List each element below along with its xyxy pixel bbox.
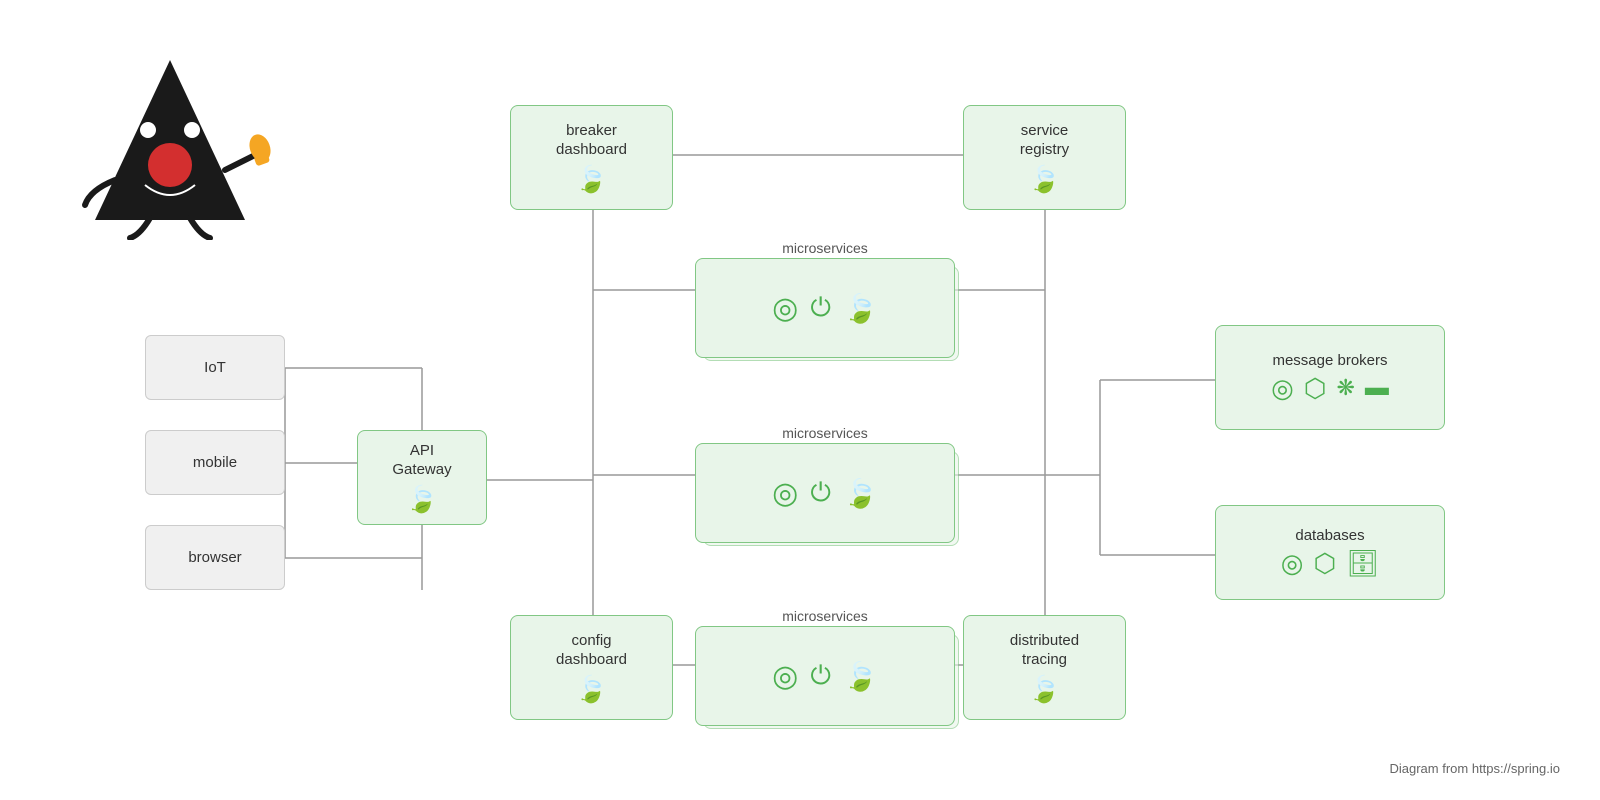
message-brokers-icons: ◎ ⬡ ❋ ▬	[1271, 373, 1389, 404]
db-icon: 🗄	[1346, 548, 1379, 579]
leaf-icon-2: 🍃	[843, 477, 878, 510]
atom-icon-2: ◎	[772, 476, 798, 511]
breaker-dashboard-box: breakerdashboard 🍃	[510, 105, 673, 210]
leaf-icon: 🍃	[843, 292, 878, 325]
spring-icon-mb: ⬡	[1304, 373, 1327, 404]
diagram-container: IoT mobile browser APIGateway 🍃 breakerd…	[0, 0, 1600, 800]
attribution: Diagram from https://spring.io	[1389, 761, 1560, 776]
leaf-icon-3: 🍃	[843, 660, 878, 693]
breaker-dashboard-icons: 🍃	[575, 164, 607, 195]
config-dashboard-label: configdashboard	[556, 631, 627, 670]
attribution-text: Diagram from https://spring.io	[1389, 761, 1560, 776]
config-dashboard-icons: 🍃	[575, 674, 607, 705]
service-registry-label: serviceregistry	[1020, 121, 1069, 160]
atom-icon-3: ◎	[772, 659, 798, 694]
microservices-top-label: microservices	[695, 240, 955, 256]
api-gateway-box: APIGateway 🍃	[357, 430, 487, 525]
spring-leaf-icon-2: 🍃	[1028, 164, 1060, 195]
distributed-tracing-box: distributedtracing 🍃	[963, 615, 1126, 720]
kafka-icon-mb: ❋	[1336, 375, 1354, 401]
service-registry-icons: 🍃	[1028, 164, 1060, 195]
api-gateway-label: APIGateway	[392, 441, 451, 480]
spring-leaf-icon-4: 🍃	[1028, 674, 1060, 705]
spring-leaf-icon: 🍃	[406, 484, 438, 515]
databases-label: databases	[1295, 527, 1364, 544]
service-registry-box: serviceregistry 🍃	[963, 105, 1126, 210]
api-gateway-icons: 🍃	[406, 484, 438, 515]
databases-icons: ◎ ⬡ 🗄	[1281, 548, 1379, 579]
distributed-tracing-icons: 🍃	[1028, 674, 1060, 705]
power-icon-3: ⏻	[810, 660, 831, 692]
iot-box: IoT	[145, 335, 285, 400]
spring-leaf-icon-3: 🍃	[575, 674, 607, 705]
microservices-top-stack: ◎ ⏻ 🍃	[695, 258, 955, 368]
atom-icon-mb: ◎	[1271, 373, 1294, 404]
databases-box: databases ◎ ⬡ 🗄	[1215, 505, 1445, 600]
spring-icon-db: ⬡	[1313, 548, 1336, 579]
mascot	[60, 40, 280, 240]
browser-box: browser	[145, 525, 285, 590]
distributed-tracing-label: distributedtracing	[1010, 631, 1079, 670]
browser-label: browser	[188, 549, 241, 566]
power-icon: ⏻	[810, 292, 831, 324]
microservices-bot-label: microservices	[695, 608, 955, 624]
breaker-dashboard-label: breakerdashboard	[556, 121, 627, 160]
iot-label: IoT	[204, 359, 226, 376]
mobile-label: mobile	[193, 454, 237, 471]
microservices-mid-stack: ◎ ⏻ 🍃	[695, 443, 955, 553]
config-dashboard-box: configdashboard 🍃	[510, 615, 673, 720]
microservices-bot-stack: ◎ ⏻ 🍃	[695, 626, 955, 736]
atom-icon-db: ◎	[1281, 548, 1304, 579]
mobile-box: mobile	[145, 430, 285, 495]
microservices-mid-label: microservices	[695, 425, 955, 441]
spring-leaf-icon-1: 🍃	[575, 164, 607, 195]
power-icon-2: ⏻	[810, 477, 831, 509]
message-brokers-box: message brokers ◎ ⬡ ❋ ▬	[1215, 325, 1445, 430]
rabbit-icon-mb: ▬	[1365, 374, 1389, 402]
message-brokers-label: message brokers	[1272, 352, 1387, 369]
atom-icon: ◎	[772, 291, 798, 326]
